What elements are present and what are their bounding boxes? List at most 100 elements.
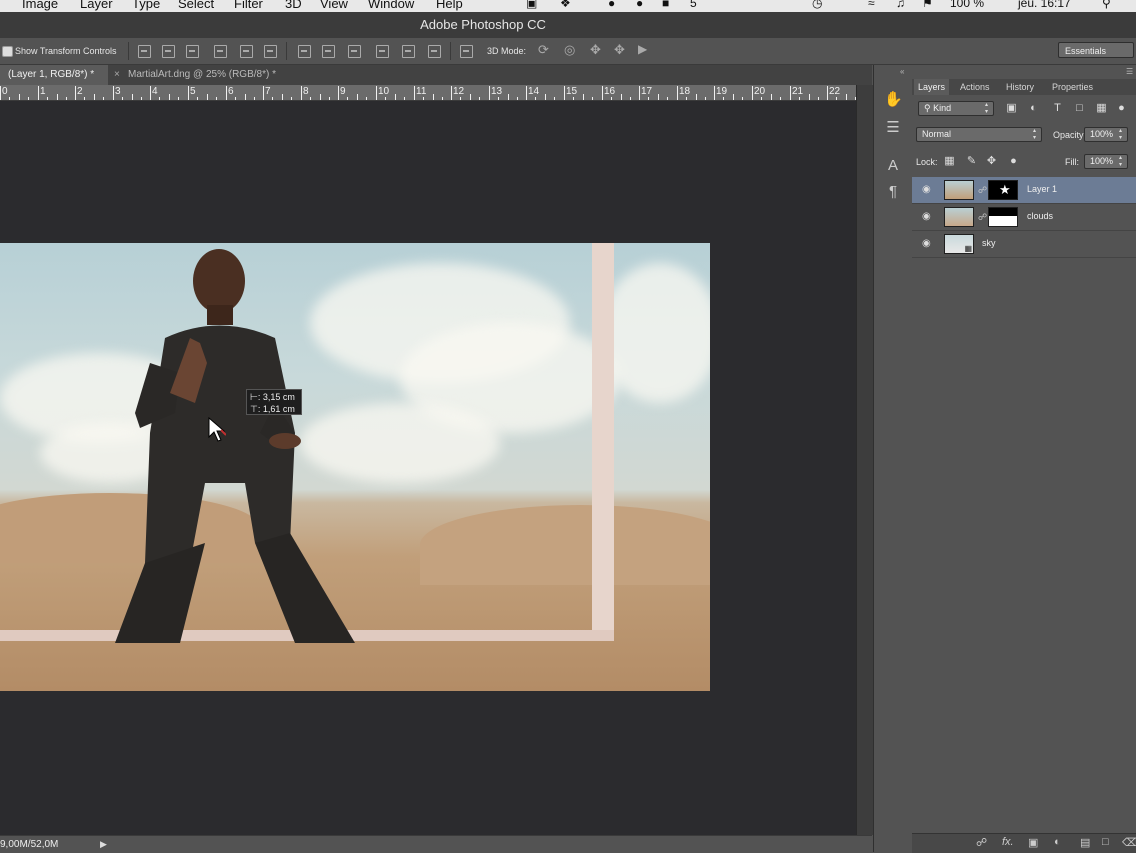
distribute-right-icon[interactable] (428, 45, 441, 58)
layer-filter-select[interactable]: ⚲ Kind (918, 101, 994, 116)
link-icon[interactable]: ☍ (978, 185, 987, 196)
ruler-tick (677, 86, 678, 100)
align-bottom-icon[interactable] (186, 45, 199, 58)
smart-object-icon: ▦ (964, 244, 972, 253)
menu-view[interactable]: View (320, 0, 348, 11)
roll-3d-icon[interactable]: ◎ (564, 42, 575, 58)
filter-toggle-icon[interactable]: ● (1116, 103, 1127, 114)
volume-icon[interactable]: ♫ (896, 0, 905, 10)
lock-all-icon[interactable]: ● (1008, 156, 1019, 167)
layer-name[interactable]: Layer 1 (1027, 184, 1057, 194)
ruler-minor-tick (385, 97, 386, 100)
lock-transparent-icon[interactable]: ▦ (944, 156, 955, 167)
tab-layers[interactable]: Layers (914, 79, 950, 95)
link-icon[interactable]: ☍ (978, 212, 987, 223)
status-menu-arrow-icon[interactable]: ▶ (100, 839, 107, 850)
spotlight-icon[interactable]: ⚲ (1102, 0, 1111, 10)
distribute-vcenter-icon[interactable] (322, 45, 335, 58)
menu-window[interactable]: Window (368, 0, 414, 11)
new-group-icon[interactable]: ▤ (1080, 836, 1090, 849)
menu-3d[interactable]: 3D (285, 0, 302, 11)
ruler-label: 14 (528, 86, 540, 97)
lock-brush-icon[interactable]: ✎ (966, 156, 977, 167)
tab-history[interactable]: History (1002, 79, 1038, 95)
align-left-icon[interactable] (214, 45, 227, 58)
filter-type-icon[interactable]: T (1052, 103, 1063, 114)
paragraph-icon[interactable]: ¶ (884, 183, 902, 201)
ruler-minor-tick (66, 97, 67, 100)
layer-mask-thumbnail[interactable] (988, 207, 1018, 227)
layer-mask-thumbnail[interactable]: ★ (988, 180, 1018, 200)
align-right-icon[interactable] (264, 45, 277, 58)
trash-icon[interactable]: ⌫ (1122, 836, 1136, 849)
filter-smart-object-icon[interactable]: ▦ (1096, 103, 1107, 114)
clock-label[interactable]: jeu. 16:17 (1018, 0, 1071, 10)
eye-icon[interactable]: ◉ (922, 211, 931, 222)
fx-icon[interactable]: fx. (1002, 836, 1014, 848)
ruler-minor-tick (723, 97, 724, 100)
circle-icon[interactable]: ● (608, 0, 615, 10)
eye-icon[interactable]: ◉ (922, 184, 931, 195)
menu-filter[interactable]: Filter (234, 0, 263, 11)
menu-help[interactable]: Help (436, 0, 463, 11)
distribute-left-icon[interactable] (376, 45, 389, 58)
document-image[interactable] (0, 243, 710, 691)
flag-icon[interactable]: ⚑ (922, 0, 933, 10)
tab-martialart-document[interactable]: MartialArt.dng @ 25% (RGB/8*) * (120, 65, 300, 85)
distribute-bottom-icon[interactable] (348, 45, 361, 58)
orbit-3d-icon[interactable]: ⟳ (538, 42, 549, 58)
align-vcenter-icon[interactable] (162, 45, 175, 58)
pan-3d-icon[interactable]: ✥ (590, 42, 601, 58)
new-layer-icon[interactable]: □ (1102, 836, 1109, 848)
menu-image[interactable]: Image (22, 0, 58, 11)
ruler-label: 7 (265, 86, 271, 97)
blend-mode-select[interactable]: Normal (916, 127, 1042, 142)
slide-3d-icon[interactable]: ✥ (614, 42, 625, 58)
align-top-icon[interactable] (138, 45, 151, 58)
close-tab-icon[interactable]: × (114, 69, 120, 80)
layer-row-sky[interactable]: ◉ ▦ sky (912, 231, 1136, 258)
distribute-top-icon[interactable] (298, 45, 311, 58)
dropbox-icon[interactable]: ❖ (560, 0, 571, 10)
filter-shape-icon[interactable]: □ (1074, 103, 1085, 114)
collapse-icon[interactable]: « (900, 67, 904, 76)
menu-type[interactable]: Type (132, 0, 160, 11)
layer-name[interactable]: clouds (1027, 211, 1053, 221)
battery-label[interactable]: 100 % (950, 0, 984, 10)
distribute-hcenter-icon[interactable] (402, 45, 415, 58)
menu-layer[interactable]: Layer (80, 0, 113, 11)
align-hcenter-icon[interactable] (240, 45, 253, 58)
filter-adjustment-icon[interactable]: ◐ (1028, 103, 1039, 114)
eye-icon[interactable]: ◉ (922, 238, 931, 249)
clock-icon[interactable]: ◷ (812, 0, 822, 10)
workspace-switcher[interactable]: Essentials (1058, 42, 1134, 58)
adjustments-icon[interactable]: ☰ (884, 119, 902, 137)
brush-presets-icon[interactable]: ✋ (884, 91, 903, 109)
menu-select[interactable]: Select (178, 0, 214, 11)
tab-properties[interactable]: Properties (1048, 79, 1097, 95)
layer-row-clouds[interactable]: ◉ ☍ clouds (912, 204, 1136, 231)
link-layers-icon[interactable]: ☍ (976, 836, 987, 849)
canvas-scrollbar[interactable] (856, 85, 873, 835)
layer-row-layer1[interactable]: ◉ ☍ ★ Layer 1 (912, 177, 1136, 204)
auto-align-icon[interactable] (460, 45, 473, 58)
show-transform-checkbox[interactable] (2, 46, 13, 57)
fill-input[interactable]: 100% (1084, 154, 1128, 169)
character-icon[interactable]: A (884, 157, 902, 175)
tab-actions[interactable]: Actions (956, 79, 994, 95)
tab-layer1-document[interactable]: (Layer 1, RGB/8*) * (0, 65, 108, 85)
lock-position-icon[interactable]: ✥ (986, 156, 997, 167)
wifi-icon[interactable]: ≈ (868, 0, 875, 10)
filter-pixel-icon[interactable]: ▣ (1006, 103, 1017, 114)
status-icon[interactable]: ■ (662, 0, 669, 10)
add-mask-icon[interactable]: ▣ (1028, 836, 1038, 849)
layer-name[interactable]: sky (982, 238, 996, 248)
opacity-input[interactable]: 100% (1084, 127, 1128, 142)
camera-icon[interactable]: ▣ (526, 0, 537, 10)
canvas-area[interactable] (0, 101, 856, 835)
scale-3d-icon[interactable]: ▶ (638, 42, 647, 56)
status-number[interactable]: 5 (690, 0, 697, 10)
panel-menu-icon[interactable]: ☰ (1126, 67, 1133, 76)
dot-icon[interactable]: ● (636, 0, 643, 10)
new-adjustment-icon[interactable]: ◐ (1054, 836, 1061, 848)
